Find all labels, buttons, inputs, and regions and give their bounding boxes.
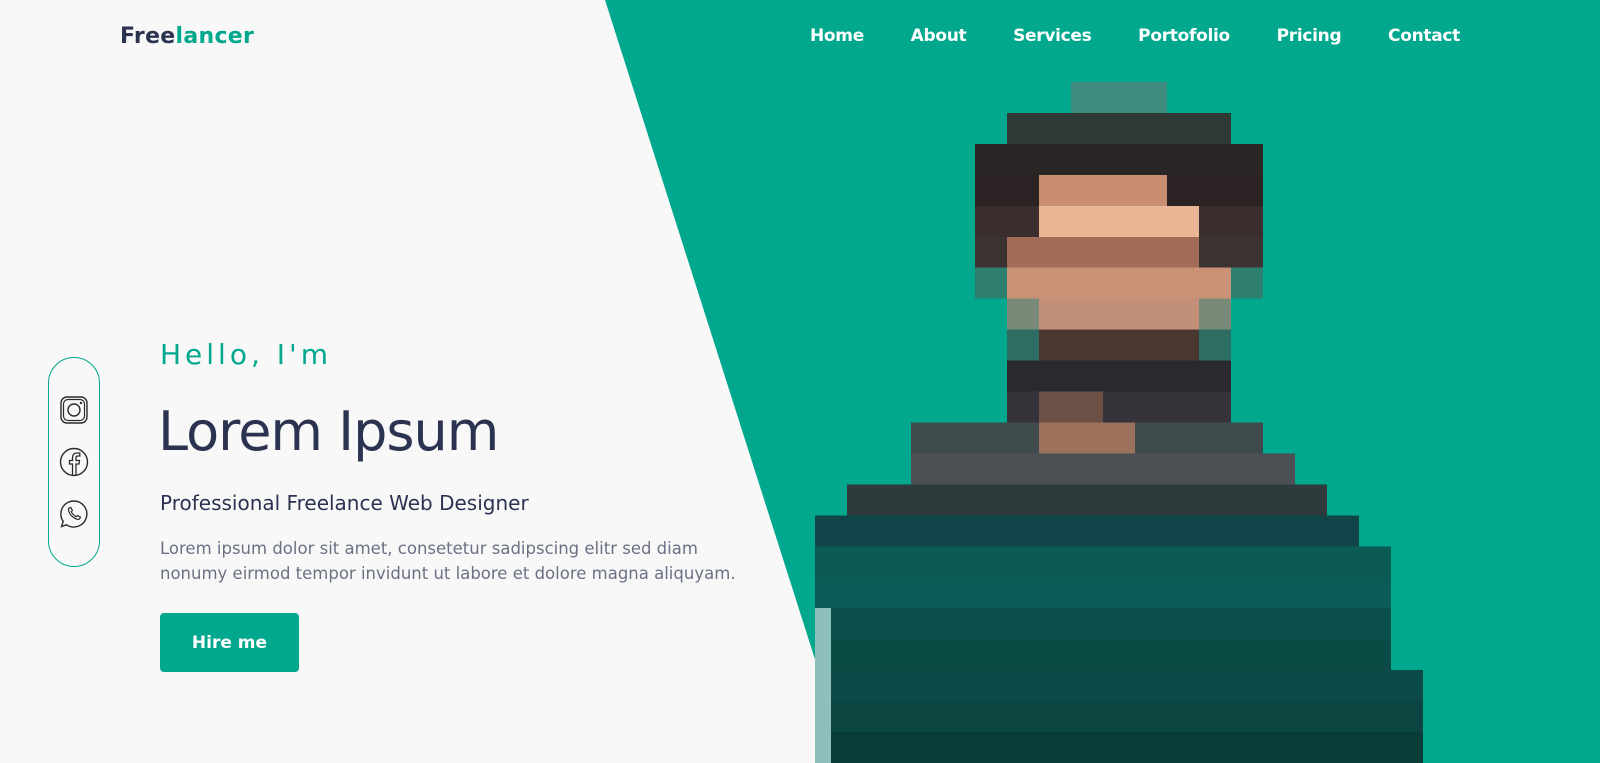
hero-greeting: Hello, I'm	[160, 338, 333, 371]
brand-logo[interactable]: Freelancer	[120, 24, 254, 49]
brand-logo-part2: lancer	[175, 24, 255, 49]
nav-home[interactable]: Home	[810, 26, 864, 46]
hero-description: Lorem ipsum dolor sit amet, consetetur s…	[160, 539, 736, 583]
hire-me-button[interactable]: Hire me	[160, 613, 299, 672]
hero-portrait-pixelated	[815, 82, 1455, 763]
nav-pricing[interactable]: Pricing	[1277, 26, 1342, 46]
instagram-icon[interactable]	[58, 394, 90, 426]
nav-contact[interactable]: Contact	[1388, 26, 1460, 46]
hero-role: Professional Freelance Web Designer	[160, 491, 529, 515]
whatsapp-icon[interactable]	[58, 498, 90, 530]
facebook-icon[interactable]	[58, 446, 90, 478]
hero-name: Lorem Ipsum	[158, 400, 499, 463]
social-links	[48, 357, 100, 567]
main-nav: Home About Services Portofolio Pricing C…	[810, 26, 1460, 46]
nav-services[interactable]: Services	[1013, 26, 1092, 46]
brand-logo-part1: Free	[120, 24, 176, 49]
nav-about[interactable]: About	[911, 26, 967, 46]
nav-portfolio[interactable]: Portofolio	[1138, 26, 1230, 46]
